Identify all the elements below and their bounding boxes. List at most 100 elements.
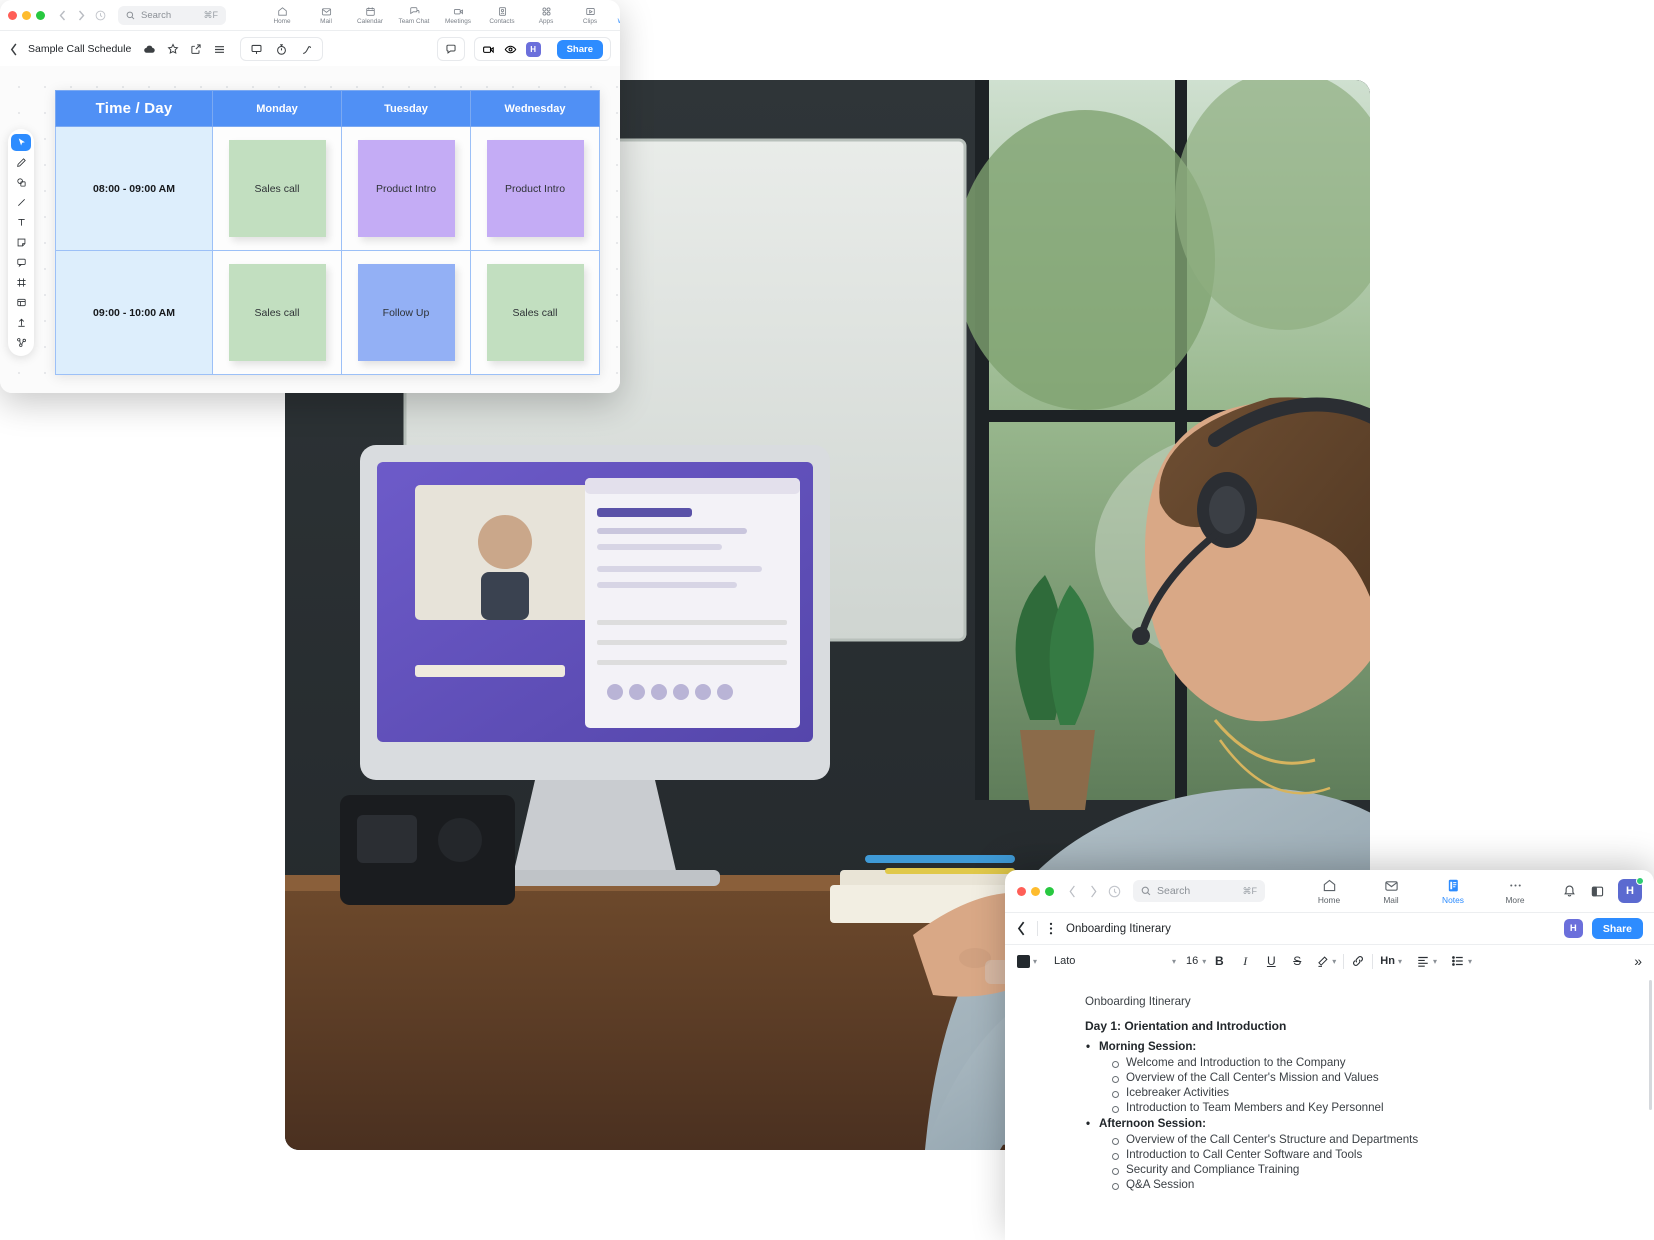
underline-button[interactable]: U xyxy=(1258,954,1284,968)
list-item: Overview of the Call Center's Mission an… xyxy=(1111,1071,1634,1084)
tab-mail[interactable]: Mail xyxy=(1360,877,1422,905)
forward-arrow-icon[interactable] xyxy=(1089,885,1098,898)
link-icon[interactable] xyxy=(1351,954,1365,968)
share-button[interactable]: Share xyxy=(1591,918,1643,939)
avatar[interactable]: H xyxy=(525,41,541,57)
shapes-icon[interactable] xyxy=(11,174,31,191)
column-header-wednesday: Wednesday xyxy=(470,90,600,127)
history-icon[interactable] xyxy=(95,10,106,21)
nav-arrows[interactable] xyxy=(59,10,85,21)
tab-apps[interactable]: Apps xyxy=(524,5,568,25)
text-icon[interactable] xyxy=(11,214,31,231)
forward-arrow-icon[interactable] xyxy=(78,10,85,21)
overflow-icon[interactable]: » xyxy=(1634,953,1642,969)
scrollbar[interactable] xyxy=(1649,980,1652,1110)
highlight-icon[interactable]: ▾ xyxy=(1316,955,1336,968)
maximize-button[interactable] xyxy=(1045,886,1054,896)
share-button[interactable]: Share xyxy=(556,39,603,59)
italic-button[interactable]: I xyxy=(1232,954,1258,969)
doc-back-icon[interactable] xyxy=(10,42,18,56)
back-arrow-icon[interactable] xyxy=(1068,885,1077,898)
pen-icon[interactable] xyxy=(11,154,31,171)
presence-eye-icon[interactable] xyxy=(504,43,517,56)
window-controls[interactable] xyxy=(1017,886,1054,896)
record-icon[interactable] xyxy=(482,43,495,56)
doc-avatar[interactable]: H xyxy=(1563,919,1583,938)
table-icon[interactable] xyxy=(11,294,31,311)
avatar-initial: H xyxy=(1626,885,1634,897)
window-controls[interactable] xyxy=(8,10,45,20)
whiteboard-nav-tabs[interactable]: Home Mail Calendar Team Chat Meetings Co… xyxy=(260,5,620,25)
frame-icon[interactable] xyxy=(11,274,31,291)
upload-icon[interactable] xyxy=(11,314,31,331)
cloud-save-icon[interactable] xyxy=(143,43,156,56)
sticky-note[interactable]: Follow Up xyxy=(357,264,455,361)
notes-doc-title[interactable]: Onboarding Itinerary xyxy=(1066,923,1171,935)
bold-button[interactable]: B xyxy=(1206,954,1232,968)
heading-icon[interactable]: Hn ▾ xyxy=(1380,955,1402,967)
tab-calendar[interactable]: Calendar xyxy=(348,5,392,25)
minimize-button[interactable] xyxy=(1031,886,1040,896)
tab-meetings[interactable]: Meetings xyxy=(436,5,480,25)
search-input[interactable]: Search ⌘F xyxy=(118,5,226,25)
schedule-cell: Sales call xyxy=(470,250,600,375)
sticky-note-icon[interactable] xyxy=(11,234,31,251)
notes-content[interactable]: Onboarding Itinerary Day 1: Orientation … xyxy=(1005,977,1654,1191)
nav-arrows[interactable] xyxy=(1068,885,1098,898)
system-actions[interactable]: H xyxy=(1562,877,1644,903)
whiteboard-canvas[interactable]: Time / Day Monday Tuesday Wednesday 08:0… xyxy=(0,66,620,393)
font-family-select[interactable]: Lato ▾ xyxy=(1054,955,1176,967)
present-icon[interactable] xyxy=(250,43,263,56)
close-button[interactable] xyxy=(8,10,17,20)
font-size-select[interactable]: 16 ▾ xyxy=(1186,955,1206,967)
list-item: Welcome and Introduction to the Company xyxy=(1111,1056,1634,1069)
text-color-icon[interactable]: ▾ xyxy=(1017,954,1037,968)
whiteboard-titlebar: Search ⌘F Home Mail Calendar Team Chat M… xyxy=(0,0,620,30)
sticky-note[interactable]: Sales call xyxy=(486,264,584,361)
line-icon[interactable] xyxy=(11,194,31,211)
tab-clips[interactable]: Clips xyxy=(568,5,612,25)
tab-contacts[interactable]: Contacts xyxy=(480,5,524,25)
select-icon[interactable] xyxy=(11,134,31,151)
tab-mail[interactable]: Mail xyxy=(304,5,348,25)
timer-icon[interactable] xyxy=(275,43,288,56)
maximize-button[interactable] xyxy=(36,10,45,20)
menu-icon[interactable] xyxy=(213,43,226,56)
doc-back-icon[interactable] xyxy=(1017,921,1026,936)
minimize-button[interactable] xyxy=(22,10,31,20)
tab-notes[interactable]: Notes xyxy=(1422,877,1484,905)
whiteboard-toolbar[interactable] xyxy=(8,129,34,356)
back-arrow-icon[interactable] xyxy=(59,10,66,21)
comment-icon[interactable] xyxy=(11,254,31,271)
doc-menu-icon[interactable] xyxy=(1049,921,1053,936)
tab-more[interactable]: More xyxy=(1484,877,1546,905)
sticky-note[interactable]: Product Intro xyxy=(486,140,584,237)
collab-group[interactable]: H Share xyxy=(473,37,611,61)
comment-button[interactable] xyxy=(436,37,465,61)
close-button[interactable] xyxy=(1017,886,1026,896)
open-external-icon[interactable] xyxy=(190,43,202,55)
tab-home[interactable]: Home xyxy=(260,5,304,25)
sticky-note[interactable]: Product Intro xyxy=(357,140,455,237)
search-input[interactable]: Search ⌘F xyxy=(1133,880,1265,902)
tab-team-chat[interactable]: Team Chat xyxy=(392,5,436,25)
strikethrough-button[interactable]: S xyxy=(1284,954,1310,968)
sticky-note[interactable]: Sales call xyxy=(228,264,326,361)
avatar[interactable]: H xyxy=(1618,877,1644,903)
laser-pointer-icon[interactable] xyxy=(300,43,313,56)
sticky-note[interactable]: Sales call xyxy=(228,140,326,237)
schedule-table[interactable]: Time / Day Monday Tuesday Wednesday 08:0… xyxy=(55,90,600,375)
connector-icon[interactable] xyxy=(11,334,31,351)
history-icon[interactable] xyxy=(1108,885,1121,898)
sidebar-toggle-icon[interactable] xyxy=(1590,884,1605,899)
align-icon[interactable]: ▾ xyxy=(1416,954,1437,968)
notes-format-toolbar[interactable]: ▾ Lato ▾ 16 ▾ B I U S ▾ Hn ▾ ▾ ▾ » xyxy=(1005,944,1654,977)
list-icon[interactable]: ▾ xyxy=(1451,954,1472,968)
tab-home[interactable]: Home xyxy=(1298,877,1360,905)
whiteboard-doc-title[interactable]: Sample Call Schedule xyxy=(28,43,131,55)
notifications-bell-icon[interactable] xyxy=(1562,884,1577,899)
tab-whiteboard[interactable]: Whiteboard xyxy=(612,5,620,25)
star-icon[interactable] xyxy=(167,43,179,55)
notes-nav-tabs[interactable]: Home Mail Notes More xyxy=(1298,877,1546,905)
presentation-tools-group[interactable] xyxy=(240,37,324,61)
